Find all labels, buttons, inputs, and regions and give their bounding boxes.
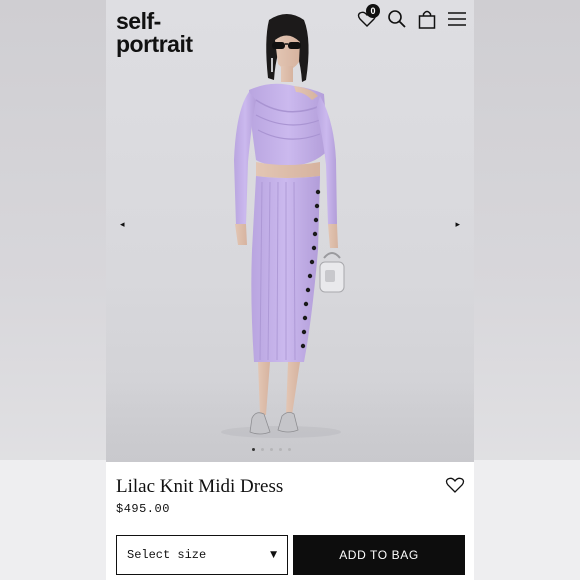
search-button[interactable]: [386, 8, 408, 30]
size-select-dropdown[interactable]: Select size ▼: [116, 535, 288, 575]
carousel-prev-arrow-icon[interactable]: ◂: [120, 220, 125, 230]
heart-outline-icon: [445, 477, 465, 493]
logo-line-1: self-: [116, 8, 161, 34]
logo-line-2: portrait: [116, 31, 193, 57]
search-icon: [388, 10, 406, 28]
carousel-dot[interactable]: [279, 448, 282, 451]
blurred-backdrop-left: [0, 0, 106, 580]
product-photo: [221, 14, 345, 438]
caret-down-icon: ▼: [270, 550, 277, 560]
blurred-backdrop-right: [474, 0, 580, 580]
carousel-pagination: [252, 448, 291, 451]
wishlist-count-badge: 0: [366, 4, 380, 18]
size-select-label: Select size: [127, 548, 207, 562]
carousel-dot-active[interactable]: [252, 448, 255, 451]
product-image-carousel[interactable]: self- portrait 0 ◂ ▸: [106, 0, 474, 462]
carousel-dot[interactable]: [261, 448, 264, 451]
carousel-dot[interactable]: [288, 448, 291, 451]
carousel-next-arrow-icon[interactable]: ▸: [455, 220, 460, 230]
product-page: self- portrait 0 ◂ ▸ Lilac Knit Midi Dre…: [106, 0, 474, 580]
product-name: Lilac Knit Midi Dress: [116, 476, 284, 497]
product-info-panel: Lilac Knit Midi Dress $495.00 Select siz…: [106, 462, 474, 580]
add-to-wishlist-button[interactable]: [444, 474, 466, 496]
brand-logo[interactable]: self- portrait: [116, 10, 193, 56]
add-to-bag-button[interactable]: ADD TO BAG: [293, 535, 465, 575]
shopping-bag-icon: [418, 10, 436, 29]
carousel-dot[interactable]: [270, 448, 273, 451]
header-icons: 0: [356, 4, 468, 30]
bag-button[interactable]: [416, 8, 438, 30]
menu-icon: [448, 12, 466, 26]
menu-button[interactable]: [446, 8, 468, 30]
product-price: $495.00: [116, 502, 170, 516]
wishlist-button[interactable]: 0: [356, 4, 380, 30]
